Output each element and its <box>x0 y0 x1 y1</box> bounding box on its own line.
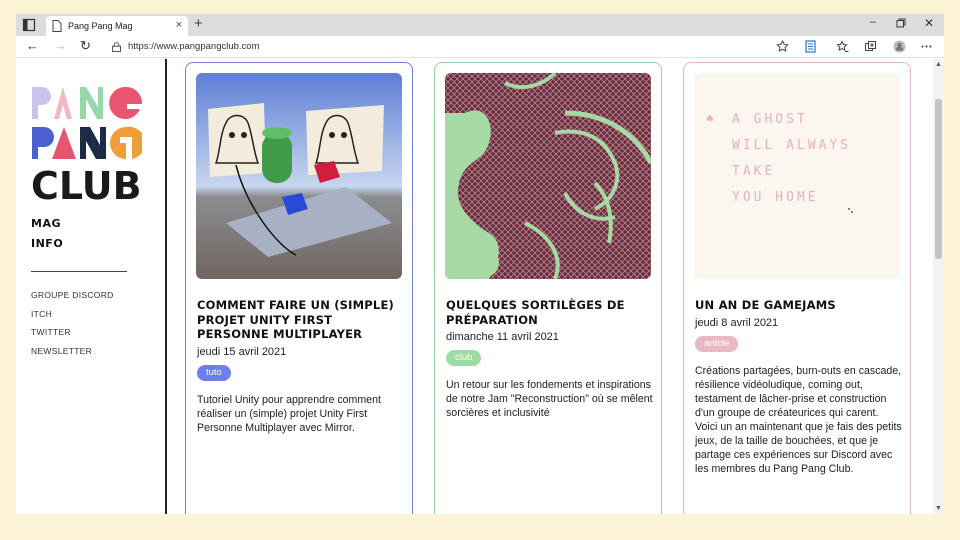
forward-button[interactable]: → <box>54 38 67 53</box>
close-tab-icon[interactable]: × <box>176 19 182 31</box>
article-card-sortileges[interactable]: QUELQUES SORTILÈGES DE PRÉPARATION diman… <box>434 62 662 514</box>
link-discord[interactable]: GROUPE DISCORD <box>31 290 114 300</box>
article-card-unity[interactable]: COMMENT FAIRE UN (SIMPLE) PROJET UNITY F… <box>185 62 413 514</box>
ghost-poem-line-3: TAKE <box>732 164 775 179</box>
external-links: GROUPE DISCORD ITCH TWITTER NEWSLETTER <box>31 290 114 364</box>
tag-badge[interactable]: club <box>446 350 482 366</box>
tab-bar: Pang Pang Mag × + – ✕ <box>16 14 944 36</box>
nav-divider <box>31 271 127 272</box>
card-image-ghost-text: ♠ A GHOST WILL ALWAYS TAKE YOU HOME <box>694 73 900 279</box>
nav-mag[interactable]: MAG <box>31 217 63 230</box>
ghost-poem-line-2: WILL ALWAYS <box>732 138 851 153</box>
new-tab-button[interactable]: + <box>194 15 203 32</box>
profile-avatar-icon[interactable] <box>893 40 906 53</box>
scroll-thumb[interactable] <box>935 99 942 259</box>
page-viewport: CLUB MAG INFO GROUPE DISCORD ITCH TWITTE… <box>16 59 944 514</box>
article-card-gamejams[interactable]: ♠ A GHOST WILL ALWAYS TAKE YOU HOME UN A… <box>683 62 911 514</box>
browser-tab[interactable]: Pang Pang Mag × <box>46 16 188 36</box>
card-image-witch-pattern <box>445 73 651 279</box>
logo-club-text: CLUB <box>31 164 142 201</box>
card-date: jeudi 15 avril 2021 <box>197 346 287 358</box>
scroll-up-icon[interactable]: ▲ <box>935 61 942 68</box>
url-field[interactable]: https://www.pangpangclub.com <box>106 38 826 56</box>
collections-icon[interactable] <box>864 40 877 53</box>
tab-actions-icon[interactable] <box>22 18 36 32</box>
tag-badge[interactable]: article <box>695 336 739 352</box>
card-title[interactable]: QUELQUES SORTILÈGES DE PRÉPARATION <box>446 298 654 327</box>
page-icon <box>52 20 62 32</box>
ghost-icon: ♠ <box>706 112 714 127</box>
card-description: Un retour sur les fondements et inspirat… <box>446 379 653 419</box>
url-text: https://www.pangpangclub.com <box>128 41 260 52</box>
card-date: jeudi 8 avril 2021 <box>695 317 779 329</box>
tab-title: Pang Pang Mag <box>68 21 133 31</box>
card-date: dimanche 11 avril 2021 <box>446 331 559 343</box>
vertical-scrollbar[interactable]: ▲ ▼ <box>933 59 944 514</box>
pang-pang-club-logo[interactable]: CLUB <box>30 83 142 201</box>
link-newsletter[interactable]: NEWSLETTER <box>31 346 114 356</box>
link-itch[interactable]: ITCH <box>31 309 114 319</box>
browser-window: Pang Pang Mag × + – ✕ ← → ↻ https://www.… <box>16 14 944 514</box>
ghost-poem-line-1: A GHOST <box>732 112 808 127</box>
reading-view-icon[interactable] <box>804 40 817 53</box>
back-button[interactable]: ← <box>26 38 39 53</box>
link-twitter[interactable]: TWITTER <box>31 327 114 337</box>
lock-icon[interactable] <box>112 42 121 52</box>
main-nav: MAG INFO <box>31 217 63 257</box>
close-window-button[interactable]: ✕ <box>924 16 934 30</box>
sidebar: CLUB MAG INFO GROUPE DISCORD ITCH TWITTE… <box>16 59 167 514</box>
card-image-unity-scene <box>196 73 402 279</box>
ghost-poem-line-4: YOU HOME <box>732 190 819 205</box>
more-menu-icon[interactable] <box>920 40 933 53</box>
reload-button[interactable]: ↻ <box>80 38 91 54</box>
card-description: Tutoriel Unity pour apprendre comment ré… <box>197 394 381 434</box>
favorite-star-icon[interactable] <box>776 40 789 53</box>
favorites-icon[interactable] <box>836 40 849 53</box>
address-bar: ← → ↻ https://www.pangpangclub.com <box>16 36 944 58</box>
minimize-button[interactable]: – <box>870 16 876 28</box>
scroll-down-icon[interactable]: ▼ <box>935 505 942 512</box>
maximize-icon[interactable] <box>896 18 906 28</box>
nav-info[interactable]: INFO <box>31 237 63 250</box>
card-title[interactable]: COMMENT FAIRE UN (SIMPLE) PROJET UNITY F… <box>197 298 405 342</box>
card-title[interactable]: UN AN DE GAMEJAMS <box>695 298 903 313</box>
card-description: Créations partagées, burn-outs en cascad… <box>695 365 902 475</box>
tag-badge[interactable]: tuto <box>197 365 231 381</box>
